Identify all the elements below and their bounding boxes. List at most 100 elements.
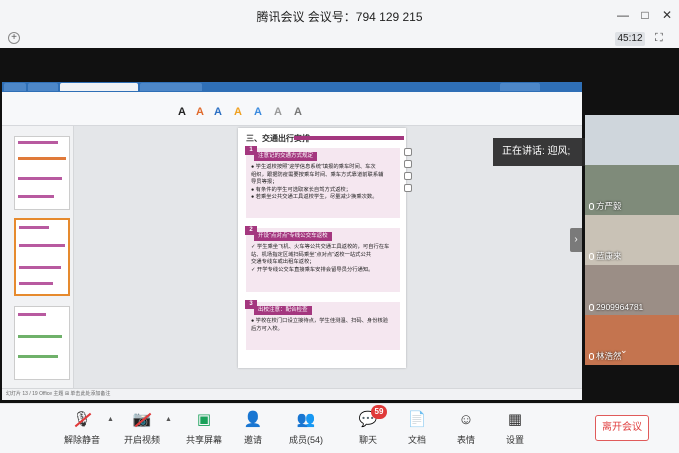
font-style-icon: A xyxy=(294,106,302,118)
section-line: ● 学生返校按照“迎学信息系统”填报的乘车时间、车次 xyxy=(251,164,376,170)
wps-tab-active xyxy=(60,83,138,91)
thumb-line xyxy=(18,355,58,358)
settings-button[interactable]: ▦ 设置 xyxy=(485,410,545,452)
emoji-icon: ☺ xyxy=(458,411,474,428)
section-line: 交通专线车或出租车返校； xyxy=(251,259,315,266)
wps-tab xyxy=(140,83,202,91)
camera-off-icon: 📷 xyxy=(131,410,153,430)
title-bar: 腾讯会议 会议号：794 129 215 — □ ✕ xyxy=(0,0,679,30)
wps-ribbon: A A A A A A A xyxy=(2,92,582,126)
chevron-down-icon[interactable]: ⌄ xyxy=(620,345,628,356)
font-style-icon: A xyxy=(178,106,186,118)
font-style-icon: A xyxy=(214,106,222,118)
document-icon: 📄 xyxy=(407,411,427,428)
video-label: 开启视频 xyxy=(123,435,160,445)
section-line: 导员等报； xyxy=(251,179,278,186)
thumb-line xyxy=(19,266,61,269)
tool-icon[interactable] xyxy=(404,160,412,168)
settings-label: 设置 xyxy=(505,435,524,445)
collapse-panel-button[interactable]: › xyxy=(570,228,582,252)
fullscreen-icon[interactable]: ⛶ xyxy=(655,32,663,45)
participant-tile[interactable]: 方严毅 xyxy=(585,165,679,215)
microphone-muted-icon: 🎙 xyxy=(71,410,93,430)
tool-icon[interactable] xyxy=(404,148,412,156)
minimize-button[interactable]: — xyxy=(616,8,630,22)
participant-name: 2909964781 xyxy=(589,302,643,312)
members-button[interactable]: 👥 成员(54) xyxy=(276,410,336,452)
slide: 三、交通出行安排 1 注意记的交通方式规定 ● 学生返校按照“迎学信息系统”填报… xyxy=(238,128,406,368)
mic-icon xyxy=(589,352,594,360)
chat-badge: 59 xyxy=(371,405,387,419)
slide-side-tools xyxy=(404,148,414,196)
section-line: 后方可入校。 xyxy=(251,325,283,332)
section-heading: 出校注意：配合检查 xyxy=(254,306,312,315)
close-button[interactable]: ✕ xyxy=(660,8,674,22)
font-style-icon: A xyxy=(234,106,242,118)
font-style-icon: A xyxy=(274,106,282,118)
section-heading: 开设“点对点”专线公交车返校 xyxy=(254,232,332,241)
section-line: ● 若乘坐公共交通工具返校学生，尽量减少换乘次数。 xyxy=(251,194,378,201)
mic-icon xyxy=(589,202,594,210)
slide-thumbnail[interactable] xyxy=(14,306,70,380)
slide-thumbnail[interactable] xyxy=(14,136,70,210)
share-screen-icon: ▣ xyxy=(196,411,212,428)
slide-thumbnail-panel xyxy=(2,126,74,388)
section-line: ✓ 学生乘坐飞机、火车等公共交通工具返校的，可自行在车 xyxy=(251,244,390,250)
section-heading: 注意记的交通方式规定 xyxy=(254,152,318,161)
tool-icon[interactable] xyxy=(404,184,412,192)
maximize-button[interactable]: □ xyxy=(638,8,652,22)
control-bar: 🎙 解除静音 ▲ 📷 开启视频 ▲ ▣ 共享屏幕 👤 邀请 👥 成员(54) 💬… xyxy=(0,403,679,453)
participant-name: 林浩然 xyxy=(589,350,622,362)
slide-section-1: 1 注意记的交通方式规定 ● 学生返校按照“迎学信息系统”填报的乘车时间、车次 … xyxy=(245,146,400,218)
section-line: ● 学校在校门口设立接待点，学生佳测温、扫码、身份核验 xyxy=(251,318,389,324)
thumb-line xyxy=(18,157,66,160)
wps-tab-bar xyxy=(2,82,582,92)
font-style-icon: A xyxy=(254,106,262,118)
add-person-icon: 👤 xyxy=(243,411,263,428)
top-toolbar: + 45:12 ⛶ xyxy=(0,30,679,48)
leave-meeting-button[interactable]: 离开会议 xyxy=(595,415,649,441)
section-text: ● 学校在校门口设立接待点，学生佳测温、扫码、身份核验 后方可入校。 xyxy=(251,318,396,333)
participant-tile[interactable]: 林浩然 xyxy=(585,315,679,365)
wps-tab xyxy=(500,83,540,91)
participant-tile[interactable] xyxy=(585,115,679,165)
participant-tile[interactable]: 蓝康来 xyxy=(585,215,679,265)
shared-screen: A A A A A A A 三、交通出行安排 1 注意记的交通方式规定 ● 学生… xyxy=(2,82,582,400)
settings-grid-icon: ▦ xyxy=(507,411,523,428)
thumb-line xyxy=(18,313,46,316)
thumb-line xyxy=(19,244,65,247)
video-options-caret[interactable]: ▲ xyxy=(165,416,172,423)
chat-icon: 💬 59 xyxy=(357,405,387,430)
slide-title-bar xyxy=(294,136,404,140)
thumb-line xyxy=(18,141,58,144)
invite-button[interactable]: 👤 邀请 xyxy=(223,410,283,452)
thumb-line xyxy=(18,177,62,180)
participant-name: 蓝康来 xyxy=(589,250,622,262)
unmute-button[interactable]: 🎙 解除静音 xyxy=(52,410,112,452)
wps-tab xyxy=(28,83,58,91)
mic-icon xyxy=(589,303,594,311)
members-icon: 👥 xyxy=(296,411,316,428)
slide-section-3: 3 出校注意：配合检查 ● 学校在校门口设立接待点，学生佳测温、扫码、身份核验 … xyxy=(245,300,400,350)
section-text: ● 学生返校按照“迎学信息系统”填报的乘车时间、车次 组织，跟据防疫需要按乘车时… xyxy=(251,164,396,202)
section-text: ✓ 学生乘坐飞机、火车等公共交通工具返校的，可自行在车 站、机场指定区域扫码乘坐… xyxy=(251,244,396,274)
window-title: 腾讯会议 会议号：794 129 215 xyxy=(256,10,423,24)
thumb-line xyxy=(19,226,49,229)
unmute-label: 解除静音 xyxy=(63,435,100,445)
font-style-icon: A xyxy=(196,106,204,118)
members-label: 成员(54) xyxy=(288,435,323,445)
meeting-timer: 45:12 xyxy=(615,32,645,46)
wps-status-bar: 幻灯片 13 / 19 Office 主题 ⊞ 单击此处添加备注 xyxy=(2,388,582,400)
invite-label: 邀请 xyxy=(243,435,262,445)
section-line: ✓ 开学专线公交车直接乘车安排会留导员分行通知。 xyxy=(251,266,374,273)
start-video-button[interactable]: 📷 开启视频 xyxy=(112,410,172,452)
participant-name: 方严毅 xyxy=(589,200,622,212)
slide-thumbnail-selected[interactable] xyxy=(14,218,70,296)
participant-list: 方严毅 蓝康来 2909964781 林浩然 xyxy=(585,115,679,366)
wps-tab xyxy=(4,83,26,91)
add-icon[interactable]: + xyxy=(8,32,20,44)
tool-icon[interactable] xyxy=(404,172,412,180)
thumb-line xyxy=(18,335,62,338)
thumb-line xyxy=(18,195,54,198)
participant-tile[interactable]: 2909964781 xyxy=(585,265,679,315)
